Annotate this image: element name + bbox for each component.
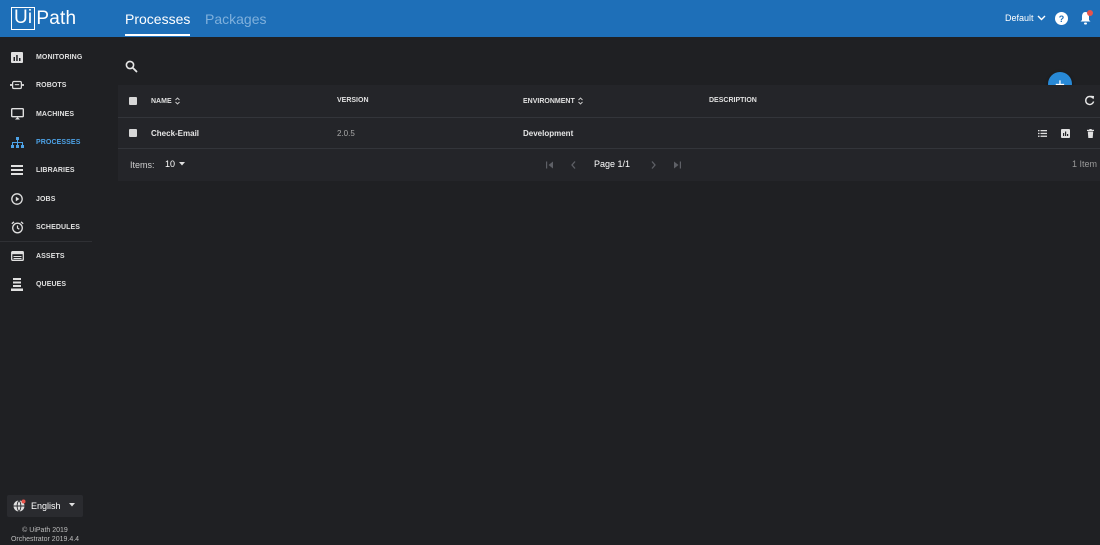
- sort-icon: [577, 97, 583, 105]
- sidebar-item-monitoring[interactable]: MONITORING: [0, 43, 92, 71]
- language-label: English: [31, 501, 61, 511]
- sidebar-item-label: PROCESSES: [36, 138, 81, 146]
- sidebar-item-processes[interactable]: PROCESSES: [0, 128, 92, 156]
- cell-version: 2.0.5: [337, 129, 355, 138]
- processes-table: NAME VERSION ENVIRONMENT DESCRIPTION Che…: [118, 85, 1100, 181]
- sidebar-item-label: MACHINES: [36, 110, 75, 118]
- page-indicator: Page 1/1: [594, 159, 631, 169]
- uipath-logo[interactable]: Ui Path: [11, 7, 76, 30]
- logo-rest: Path: [36, 7, 77, 29]
- cell-name: Check-Email: [151, 129, 200, 138]
- machine-icon: [10, 107, 24, 121]
- column-header-label: ENVIRONMENT: [523, 97, 575, 105]
- column-header-label: NAME: [151, 97, 172, 105]
- next-page-icon[interactable]: [649, 160, 658, 170]
- sidebar-item-label: JOBS: [36, 195, 56, 203]
- refresh-icon[interactable]: [1084, 95, 1095, 106]
- select-all-checkbox[interactable]: [129, 97, 137, 105]
- sidebar-item-label: QUEUES: [36, 280, 67, 288]
- search-icon[interactable]: [125, 60, 138, 73]
- schedules-icon: [10, 220, 24, 234]
- help-icon[interactable]: ?: [1055, 12, 1068, 25]
- svg-text:?: ?: [1059, 14, 1065, 24]
- column-header-environment[interactable]: ENVIRONMENT: [523, 97, 583, 105]
- items-per-page-select[interactable]: 10: [165, 159, 186, 169]
- delete-icon[interactable]: [1085, 128, 1095, 138]
- queues-icon: [10, 277, 24, 291]
- column-header-label: VERSION: [337, 97, 369, 104]
- monitoring-icon: [10, 50, 24, 64]
- items-per-page-label: Items:: [130, 160, 155, 170]
- sidebar: MONITORING ROBOTS MACHINES PROCESSES LIB…: [0, 37, 92, 545]
- robot-icon: [10, 78, 24, 92]
- table-header: NAME VERSION ENVIRONMENT DESCRIPTION: [118, 85, 1100, 118]
- notification-badge: [1087, 10, 1093, 16]
- language-selector[interactable]: English: [7, 495, 83, 517]
- tab-packages[interactable]: Packages: [205, 11, 266, 27]
- chevron-down-icon: [1037, 15, 1046, 21]
- sidebar-item-jobs[interactable]: JOBS: [0, 185, 92, 213]
- tab-processes[interactable]: Processes: [125, 11, 191, 36]
- column-header-name[interactable]: NAME: [151, 97, 180, 105]
- assets-icon: [10, 249, 24, 263]
- column-header-description: DESCRIPTION: [709, 97, 757, 104]
- sidebar-item-schedules[interactable]: SCHEDULES: [0, 213, 92, 241]
- column-header-version: VERSION: [337, 97, 369, 104]
- table-footer: Items: 10 Page 1/1 1 Item: [118, 149, 1100, 181]
- cell-environment: Development: [523, 129, 574, 138]
- sidebar-item-label: MONITORING: [36, 53, 83, 61]
- logo-box: Ui: [11, 7, 36, 30]
- sidebar-item-queues[interactable]: QUEUES: [0, 270, 92, 298]
- sidebar-item-label: ROBOTS: [36, 81, 67, 89]
- items-per-page-value: 10: [165, 159, 176, 169]
- jobs-icon: [10, 192, 24, 206]
- processes-icon: [10, 135, 24, 149]
- monitor-process-icon[interactable]: [1060, 128, 1070, 138]
- sidebar-item-libraries[interactable]: LIBRARIES: [0, 156, 92, 184]
- caret-down-icon: [179, 162, 186, 166]
- first-page-icon[interactable]: [545, 160, 554, 170]
- previous-page-icon[interactable]: [569, 160, 578, 170]
- last-page-icon[interactable]: [673, 160, 682, 170]
- column-header-label: DESCRIPTION: [709, 97, 757, 104]
- item-count: 1 Item: [1071, 159, 1097, 169]
- version-text: Orchestrator 2019.4.4: [10, 536, 80, 543]
- sort-icon: [174, 97, 180, 105]
- sidebar-item-label: ASSETS: [36, 252, 65, 260]
- sidebar-item-machines[interactable]: MACHINES: [0, 100, 92, 128]
- tenant-label: Default: [1005, 13, 1034, 23]
- sidebar-item-assets[interactable]: ASSETS: [0, 242, 92, 270]
- row-checkbox[interactable]: [129, 129, 137, 137]
- caret-down-icon: [69, 503, 75, 507]
- globe-icon: [13, 499, 26, 512]
- tenant-selector[interactable]: Default: [1005, 13, 1046, 23]
- libraries-icon: [10, 163, 24, 177]
- top-bar: Ui Path Processes Packages Default ?: [0, 0, 1100, 37]
- copyright-text: © UiPath 2019: [22, 527, 68, 534]
- view-details-icon[interactable]: [1037, 128, 1047, 138]
- sidebar-item-label: SCHEDULES: [36, 223, 81, 231]
- sidebar-item-label: LIBRARIES: [36, 166, 75, 174]
- sidebar-item-robots[interactable]: ROBOTS: [0, 71, 92, 99]
- table-row[interactable]: Check-Email 2.0.5 Development: [118, 118, 1100, 149]
